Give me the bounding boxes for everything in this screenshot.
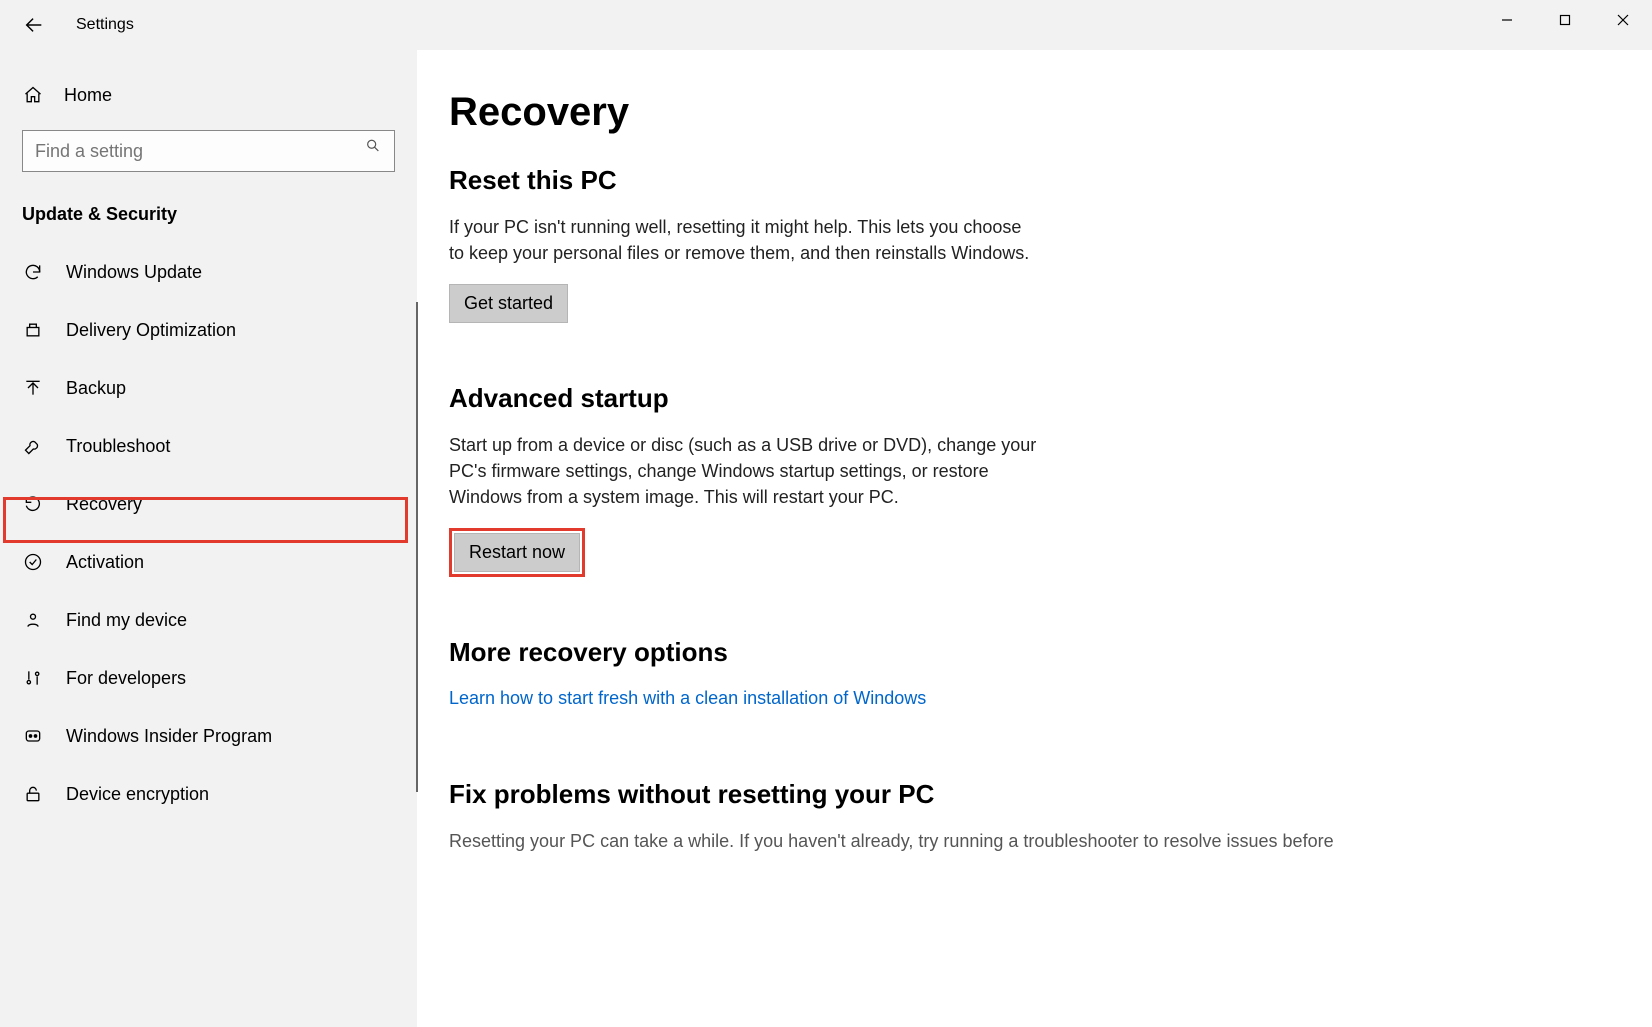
content-inner: Recovery Reset this PC If your PC isn't … [449,90,1612,855]
sidebar-item-for-developers[interactable]: For developers [0,649,417,707]
sidebar-item-label: Backup [66,378,126,399]
sidebar-item-label: Windows Update [66,262,202,283]
recovery-icon [22,493,44,515]
backup-icon [22,377,44,399]
more-heading: More recovery options [449,637,1612,668]
get-started-button[interactable]: Get started [449,284,568,323]
close-button[interactable] [1594,0,1652,40]
reset-body: If your PC isn't running well, resetting… [449,214,1039,266]
sidebar-item-label: Windows Insider Program [66,726,272,747]
page-title: Recovery [449,90,1612,135]
back-button[interactable] [18,9,50,41]
reset-heading: Reset this PC [449,165,1612,196]
sidebar-item-windows-update[interactable]: Windows Update [0,243,417,301]
sidebar-item-label: Delivery Optimization [66,320,236,341]
advanced-heading: Advanced startup [449,383,1612,414]
home-nav[interactable]: Home [0,74,417,116]
delivery-icon [22,319,44,341]
home-label: Home [64,85,112,106]
restart-now-button[interactable]: Restart now [454,533,580,572]
sidebar-item-label: Find my device [66,610,187,631]
wrench-icon [22,435,44,457]
sidebar-item-backup[interactable]: Backup [0,359,417,417]
insider-icon [22,725,44,747]
sidebar-item-troubleshoot[interactable]: Troubleshoot [0,417,417,475]
content: Recovery Reset this PC If your PC isn't … [417,50,1652,1027]
fresh-start-link[interactable]: Learn how to start fresh with a clean in… [449,688,926,709]
check-circle-icon [22,551,44,573]
home-icon [22,84,44,106]
maximize-icon [1559,14,1571,26]
sidebar-item-activation[interactable]: Activation [0,533,417,591]
advanced-body: Start up from a device or disc (such as … [449,432,1039,510]
sidebar: Home Update & Security Windows Update [0,50,417,1027]
close-icon [1616,13,1630,27]
minimize-button[interactable] [1478,0,1536,40]
search-input[interactable] [22,130,395,172]
settings-window: Settings Home [0,0,1652,1027]
sidebar-item-label: For developers [66,668,186,689]
nav-list: Windows Update Delivery Optimization Bac… [0,243,417,823]
titlebar: Settings [0,0,1652,50]
sync-icon [22,261,44,283]
location-icon [22,609,44,631]
sidebar-item-delivery-optimization[interactable]: Delivery Optimization [0,301,417,359]
sidebar-item-recovery[interactable]: Recovery [0,475,417,533]
search-icon [365,138,381,159]
sidebar-item-label: Device encryption [66,784,209,805]
fix-heading: Fix problems without resetting your PC [449,779,1612,810]
developer-icon [22,667,44,689]
sidebar-item-windows-insider[interactable]: Windows Insider Program [0,707,417,765]
sidebar-item-find-my-device[interactable]: Find my device [0,591,417,649]
fix-body: Resetting your PC can take a while. If y… [449,828,1369,854]
category-heading: Update & Security [0,176,417,243]
lock-icon [22,783,44,805]
sidebar-item-device-encryption[interactable]: Device encryption [0,765,417,823]
body: Home Update & Security Windows Update [0,50,1652,1027]
search-wrap [0,116,417,176]
window-title: Settings [76,16,134,34]
highlight-restart-now: Restart now [449,528,585,577]
back-arrow-icon [23,14,45,36]
minimize-icon [1501,14,1513,26]
sidebar-item-label: Recovery [66,494,142,515]
sidebar-item-label: Troubleshoot [66,436,170,457]
maximize-button[interactable] [1536,0,1594,40]
window-controls [1478,0,1652,40]
sidebar-item-label: Activation [66,552,144,573]
